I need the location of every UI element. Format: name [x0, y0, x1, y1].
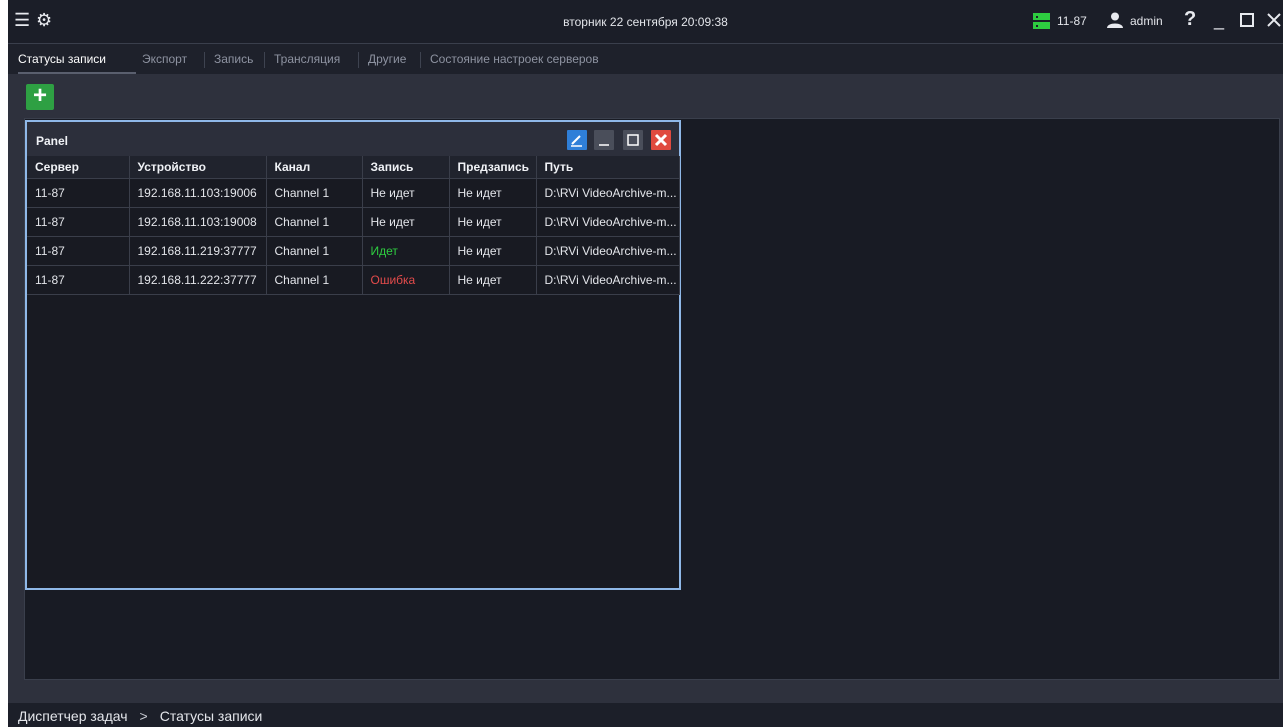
close-panel-button[interactable]	[651, 130, 671, 150]
cell-prerecording-status: Не идет	[449, 178, 537, 208]
column-header-path[interactable]: Путь	[536, 156, 680, 179]
plus-icon: +	[32, 82, 47, 109]
cell-channel: Channel 1	[266, 265, 363, 295]
cell-server: 11-87	[27, 236, 130, 266]
breadcrumb: Диспетчер задач > Статусы записи	[18, 708, 262, 724]
recording-status-table: Сервер Устройство Канал Запись Предзапис…	[27, 156, 680, 295]
close-window-icon[interactable]	[1267, 13, 1281, 27]
minimize-panel-button[interactable]	[594, 130, 614, 150]
minimize-icon	[599, 144, 609, 146]
cell-server: 11-87	[27, 207, 130, 237]
cell-server: 11-87	[27, 265, 130, 295]
tab-broadcast[interactable]: Трансляция	[274, 52, 340, 66]
help-icon[interactable]: ?	[1184, 8, 1196, 31]
cell-device: 192.168.11.222:37777	[129, 265, 267, 295]
recording-status-panel[interactable]: Panel Сервер Устройство Канал Запись Пре…	[25, 120, 681, 590]
tab-recording-status[interactable]: Статусы записи	[18, 52, 106, 66]
panel-header[interactable]: Panel	[27, 122, 679, 156]
maximize-icon	[627, 134, 639, 146]
window-frame-edge	[0, 0, 8, 727]
server-name[interactable]: 11-87	[1057, 14, 1087, 28]
breadcrumb-separator: >	[139, 708, 148, 724]
column-header-channel[interactable]: Канал	[266, 156, 363, 179]
tab-bar: Статусы записи Экспорт Запись Трансляция…	[8, 44, 1283, 74]
breadcrumb-root[interactable]: Диспетчер задач	[18, 708, 128, 724]
edit-panel-button[interactable]	[567, 130, 587, 150]
tab-record[interactable]: Запись	[214, 52, 253, 66]
cell-recording-status: Идет	[362, 236, 450, 266]
column-header-device[interactable]: Устройство	[129, 156, 267, 179]
tab-divider	[358, 52, 359, 68]
table-row[interactable]: 11-87 192.168.11.103:19008 Channel 1 Не …	[27, 207, 680, 237]
user-name[interactable]: admin	[1130, 14, 1163, 28]
cell-channel: Channel 1	[266, 178, 363, 208]
pencil-icon	[571, 135, 582, 147]
close-icon	[654, 133, 668, 147]
cell-prerecording-status: Не идет	[449, 265, 537, 295]
table-row[interactable]: 11-87 192.168.11.222:37777 Channel 1 Оши…	[27, 265, 680, 295]
cell-path: D:\RVi VideoArchive-m...	[536, 178, 680, 208]
minimize-window-icon[interactable]: _	[1214, 10, 1224, 31]
table-row[interactable]: 11-87 192.168.11.103:19006 Channel 1 Не …	[27, 178, 680, 208]
column-header-prerecording[interactable]: Предзапись	[449, 156, 537, 179]
cell-prerecording-status: Не идет	[449, 207, 537, 237]
column-header-recording[interactable]: Запись	[362, 156, 450, 179]
cell-path: D:\RVi VideoArchive-m...	[536, 236, 680, 266]
panel-title: Panel	[36, 134, 69, 148]
active-tab-indicator	[18, 72, 136, 74]
cell-recording-status: Не идет	[362, 178, 450, 208]
breadcrumb-current: Статусы записи	[159, 708, 263, 724]
status-bar: Диспетчер задач > Статусы записи	[8, 703, 1283, 727]
cell-recording-status: Не идет	[362, 207, 450, 237]
cell-device: 192.168.11.103:19008	[129, 207, 267, 237]
tab-divider	[204, 52, 205, 68]
table-row[interactable]: 11-87 192.168.11.219:37777 Channel 1 Иде…	[27, 236, 680, 266]
cell-path: D:\RVi VideoArchive-m...	[536, 207, 680, 237]
cell-prerecording-status: Не идет	[449, 236, 537, 266]
title-bar: ☰ ⚙ вторник 22 сентября 20:09:38 11-87 a…	[8, 0, 1283, 44]
tab-export[interactable]: Экспорт	[142, 52, 187, 66]
tab-divider	[420, 52, 421, 68]
cell-device: 192.168.11.103:19006	[129, 178, 267, 208]
cell-channel: Channel 1	[266, 236, 363, 266]
maximize-panel-button[interactable]	[623, 130, 643, 150]
maximize-window-icon[interactable]	[1240, 13, 1254, 27]
cell-device: 192.168.11.219:37777	[129, 236, 267, 266]
cell-path: D:\RVi VideoArchive-m...	[536, 265, 680, 295]
user-icon[interactable]	[1106, 11, 1124, 29]
cell-server: 11-87	[27, 178, 130, 208]
datetime-display: вторник 22 сентября 20:09:38	[563, 15, 728, 29]
add-panel-button[interactable]: +	[26, 82, 54, 110]
server-status-icon[interactable]	[1033, 13, 1050, 29]
cell-recording-status: Ошибка	[362, 265, 450, 295]
tab-server-settings-state[interactable]: Состояние настроек серверов	[430, 52, 599, 66]
column-header-server[interactable]: Сервер	[27, 156, 130, 179]
tab-divider	[264, 52, 265, 68]
tab-other[interactable]: Другие	[368, 52, 406, 66]
cell-channel: Channel 1	[266, 207, 363, 237]
table-header-row: Сервер Устройство Канал Запись Предзапис…	[27, 156, 680, 179]
